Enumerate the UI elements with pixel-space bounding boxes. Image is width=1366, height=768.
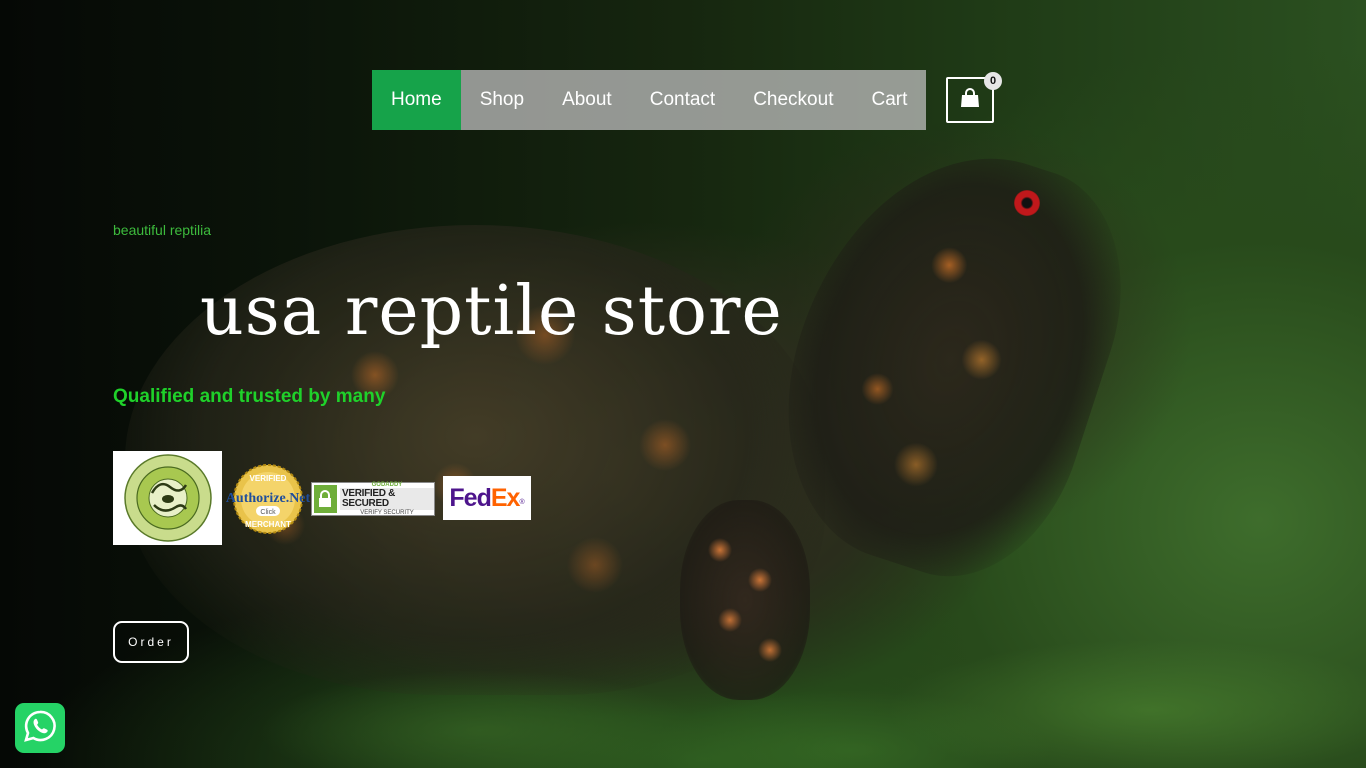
- cart-count-badge: 0: [984, 72, 1002, 90]
- turtle-head-background: [742, 113, 1158, 607]
- order-button[interactable]: Order: [113, 621, 189, 663]
- nav-item-checkout[interactable]: Checkout: [734, 70, 852, 130]
- hero-tagline: beautiful reptilia: [113, 222, 212, 238]
- fedex-logo: Fed Ex ®: [443, 476, 531, 520]
- fedex-ex-text: Ex: [490, 483, 521, 512]
- authorize-net-seal[interactable]: VERIFIED Authorize.Net Click MERCHANT: [223, 463, 313, 535]
- cart-button[interactable]: 0: [946, 72, 1002, 123]
- main-nav: Home Shop About Contact Checkout Cart: [372, 70, 926, 130]
- nav-item-about[interactable]: About: [543, 70, 631, 130]
- grass-background: [0, 640, 1366, 768]
- nav-item-shop[interactable]: Shop: [461, 70, 543, 130]
- page-title: usa reptile store: [200, 272, 783, 351]
- fedex-fed-text: Fed: [449, 483, 491, 512]
- authorize-verified-text: VERIFIED: [250, 474, 287, 483]
- hero-section: Home Shop About Contact Checkout Cart 0 …: [0, 0, 1366, 768]
- fedex-registered-mark: ®: [519, 499, 525, 506]
- lock-icon: [314, 485, 337, 513]
- whatsapp-icon: [22, 708, 58, 749]
- nav-item-cart[interactable]: Cart: [852, 70, 926, 130]
- turtle-eye-background: [1014, 190, 1040, 216]
- godaddy-security-seal[interactable]: GODADDY VERIFIED & SECURED VERIFY SECURI…: [311, 482, 435, 516]
- hero-subtitle: Qualified and trusted by many: [113, 386, 386, 407]
- nav-item-contact[interactable]: Contact: [631, 70, 734, 130]
- authorize-net-text: Authorize.Net: [226, 491, 311, 506]
- authorize-click-text: Click: [260, 509, 276, 516]
- godaddy-verify-link: VERIFY SECURITY: [360, 510, 414, 516]
- nav-item-home[interactable]: Home: [372, 70, 461, 130]
- trust-badges: VERIFIED Authorize.Net Click MERCHANT GO…: [113, 451, 533, 545]
- authorize-merchant-text: MERCHANT: [245, 520, 291, 529]
- shopping-bag-icon: [958, 86, 982, 115]
- whatsapp-chat-button[interactable]: [15, 703, 65, 753]
- conservation-foundation-logo: [113, 451, 222, 545]
- turtle-leg-background: [680, 500, 810, 700]
- godaddy-verified-text: VERIFIED & SECURED: [339, 488, 434, 510]
